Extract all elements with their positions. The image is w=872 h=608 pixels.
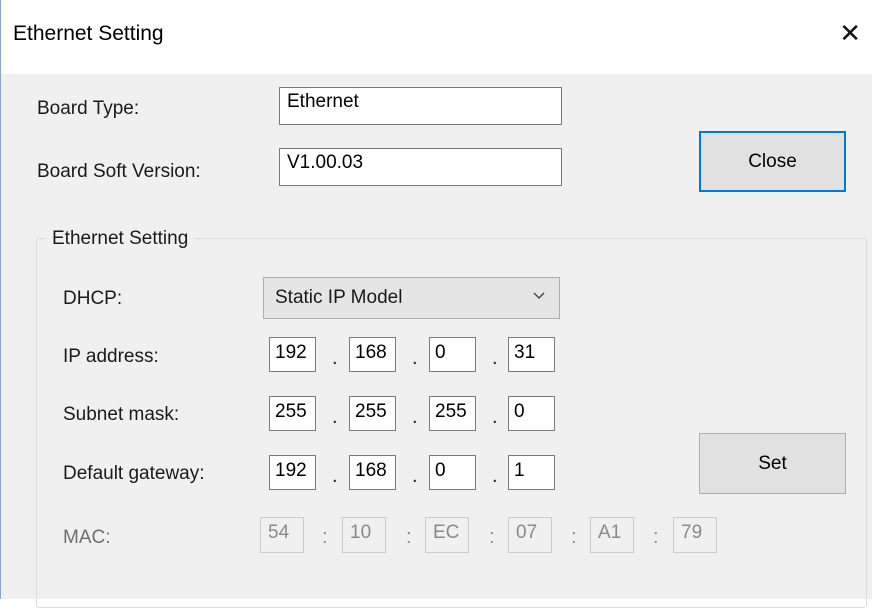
- gateway-octet-3[interactable]: 0: [429, 455, 476, 490]
- mac-byte-5: A1: [590, 517, 634, 553]
- dhcp-label: DHCP:: [63, 288, 123, 309]
- mac-byte-1: 54: [260, 517, 304, 553]
- mac-label: MAC:: [63, 527, 111, 548]
- gateway-separator: .: [332, 465, 338, 487]
- gateway-octet-2[interactable]: 168: [349, 455, 396, 490]
- mac-separator: :: [571, 526, 577, 548]
- chevron-down-icon: [533, 292, 545, 299]
- ip-address-label: IP address:: [63, 346, 159, 367]
- mask-octet-2[interactable]: 255: [349, 396, 396, 431]
- dhcp-selected-value: Static IP Model: [275, 287, 403, 308]
- mask-separator: .: [492, 406, 498, 428]
- mask-octet-1[interactable]: 255: [269, 396, 316, 431]
- dhcp-select[interactable]: Static IP Model: [263, 277, 560, 319]
- gateway-separator: .: [412, 465, 418, 487]
- ip-separator: .: [492, 347, 498, 369]
- mask-octet-3[interactable]: 255: [429, 396, 476, 431]
- mac-byte-3: EC: [425, 517, 469, 553]
- ip-separator: .: [412, 347, 418, 369]
- mac-byte-4: 07: [508, 517, 552, 553]
- title-bar[interactable]: Ethernet Setting ✕: [1, 0, 872, 74]
- ip-octet-4[interactable]: 31: [508, 337, 555, 372]
- mask-separator: .: [412, 406, 418, 428]
- board-version-field[interactable]: V1.00.03: [279, 148, 562, 186]
- mac-separator: :: [653, 526, 659, 548]
- set-button[interactable]: Set: [699, 433, 846, 494]
- gateway-separator: .: [492, 465, 498, 487]
- mac-separator: :: [489, 526, 495, 548]
- mask-separator: .: [332, 406, 338, 428]
- mask-octet-4[interactable]: 0: [508, 396, 555, 431]
- mac-byte-2: 10: [342, 517, 386, 553]
- mac-byte-6: 79: [673, 517, 717, 553]
- ip-separator: .: [332, 347, 338, 369]
- close-button[interactable]: Close: [699, 131, 846, 192]
- close-icon[interactable]: ✕: [839, 20, 861, 46]
- ip-octet-3[interactable]: 0: [429, 337, 476, 372]
- board-version-label: Board Soft Version:: [37, 161, 201, 182]
- mac-separator: :: [322, 526, 328, 548]
- mac-separator: :: [406, 526, 412, 548]
- gateway-octet-1[interactable]: 192: [269, 455, 316, 490]
- window-title: Ethernet Setting: [13, 22, 164, 45]
- board-type-label: Board Type:: [37, 98, 140, 119]
- board-type-field[interactable]: Ethernet: [279, 87, 562, 125]
- ip-octet-2[interactable]: 168: [349, 337, 396, 372]
- ethernet-setting-dialog: Ethernet Setting ✕ Board Type: Ethernet …: [0, 0, 872, 608]
- subnet-mask-label: Subnet mask:: [63, 404, 180, 425]
- ip-octet-1[interactable]: 192: [269, 337, 316, 372]
- default-gateway-label: Default gateway:: [63, 463, 205, 484]
- group-title: Ethernet Setting: [46, 228, 195, 250]
- gateway-octet-4[interactable]: 1: [508, 455, 555, 490]
